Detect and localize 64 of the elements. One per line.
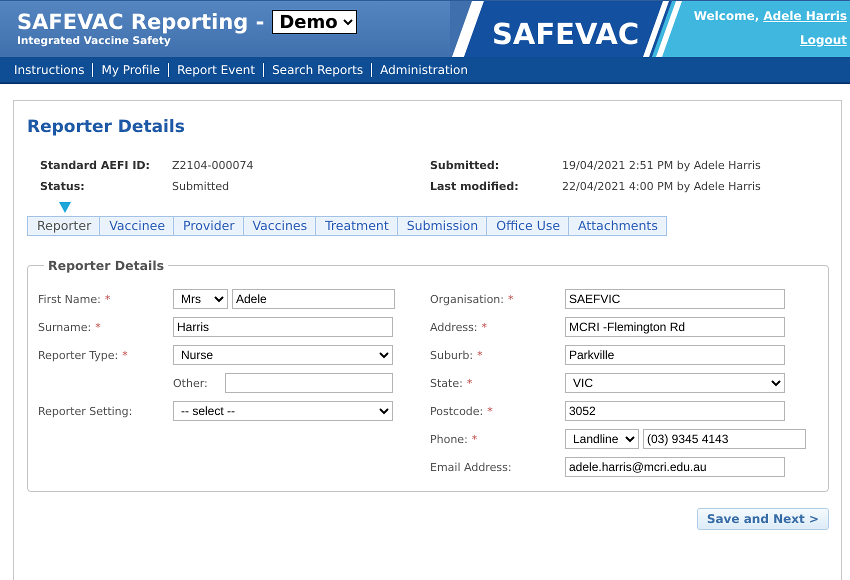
nav-link[interactable]: Instructions [14, 62, 84, 76]
page-title: Reporter Details [27, 117, 186, 137]
required-mark: * [472, 432, 478, 446]
tab[interactable]: Reporter [27, 216, 100, 236]
required-mark: * [508, 292, 514, 306]
tab[interactable]: Vaccinee [100, 216, 174, 236]
field-label: State: [430, 376, 463, 390]
info-value: Z2104-000074 [172, 159, 254, 172]
tab[interactable]: Vaccines [244, 216, 316, 236]
required-mark: * [482, 320, 488, 334]
text-field[interactable]: adele.harris@mcri.edu.au [565, 457, 785, 477]
field-label: First Name: [38, 292, 101, 306]
info-value: 22/04/2021 4:00 PM by Adele Harris [562, 180, 762, 193]
nav-link[interactable]: Search Reports [272, 62, 364, 76]
dropdown[interactable]: Nurse [173, 345, 393, 365]
app-subtitle: Integrated Vaccine Safety [17, 35, 172, 47]
nav-link[interactable]: Report Event [177, 62, 256, 76]
info-label: Submitted: [430, 159, 500, 172]
info-value: 19/04/2021 2:51 PM by Adele Harris [562, 159, 762, 172]
field-label: Email Address: [430, 460, 513, 474]
text-field[interactable]: Adele [232, 289, 395, 309]
dropdown[interactable]: -- select -- [173, 401, 393, 421]
tab[interactable]: Treatment [316, 216, 398, 236]
tab[interactable]: Attachments [569, 216, 667, 236]
tab[interactable]: Provider [174, 216, 244, 236]
required-mark: * [104, 292, 110, 306]
field-label: Organisation: [430, 292, 504, 306]
dropdown[interactable]: Landline [565, 429, 639, 449]
other-field[interactable] [225, 373, 393, 393]
text-field[interactable]: SAEFVIC [565, 289, 785, 309]
field-label: Other: [173, 376, 208, 390]
info-value: Submitted [172, 180, 230, 193]
field-label: Postcode: [430, 404, 484, 418]
nav-link[interactable]: Administration [380, 62, 468, 76]
dropdown[interactable]: VIC [565, 373, 785, 393]
field-label: Address: [430, 320, 478, 334]
field-label: Reporter Setting: [38, 404, 134, 418]
tab[interactable]: Submission [398, 216, 488, 236]
text-field[interactable]: Parkville [565, 345, 785, 365]
text-field[interactable]: (03) 9345 4143 [643, 429, 806, 449]
dropdown[interactable]: Mrs [173, 289, 228, 309]
field-label: Suburb: [430, 348, 474, 362]
welcome-text: Welcome, [694, 9, 760, 23]
info-label: Last modified: [430, 180, 520, 193]
required-mark: * [477, 348, 483, 362]
info-label: Standard AEFI ID: [40, 159, 151, 172]
section-legend: Reporter Details [44, 258, 168, 273]
text-field[interactable]: Harris [173, 317, 393, 337]
mode-select[interactable]: Demo [272, 10, 358, 34]
required-mark: * [95, 320, 101, 334]
required-mark: * [122, 348, 128, 362]
required-mark: * [466, 376, 472, 390]
app-title: SAFEVAC Reporting - [17, 10, 264, 34]
required-mark: * [487, 404, 493, 418]
text-field[interactable]: 3052 [565, 401, 785, 421]
field-label: Phone: [430, 432, 468, 446]
field-label: Reporter Type: [38, 348, 118, 362]
info-label: Status: [40, 180, 86, 193]
logo-text: SAFEVAC [492, 17, 640, 51]
save-next-button[interactable]: Save and Next > [696, 508, 829, 530]
tab[interactable]: Office Use [487, 216, 570, 236]
field-label: Surname: [38, 320, 92, 334]
text-field[interactable]: MCRI -Flemington Rd [565, 317, 785, 337]
nav-link[interactable]: My Profile [101, 62, 160, 76]
